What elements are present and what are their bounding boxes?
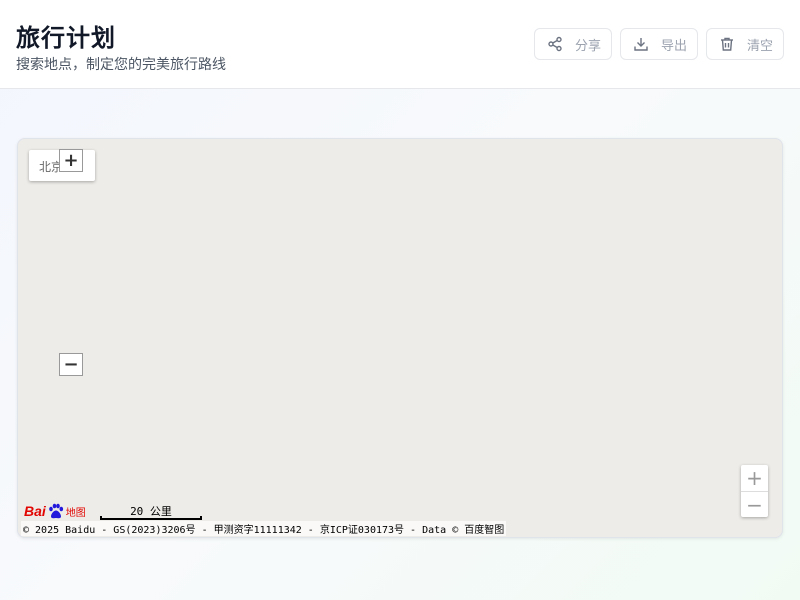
export-button[interactable]: 导出 (620, 28, 698, 60)
share-icon (548, 36, 562, 52)
zoom-control: + − (741, 465, 768, 517)
share-button[interactable]: 分享 (534, 28, 612, 60)
baidu-logo[interactable]: Bai 地图 (24, 501, 86, 519)
logo-text: Bai (24, 503, 46, 519)
page-subtitle: 搜索地点，制定您的完美旅行路线 (16, 57, 226, 73)
export-button-label: 导出 (661, 38, 688, 54)
paw-icon (48, 503, 63, 519)
download-icon (634, 38, 648, 51)
logo-map-text: 地图 (65, 508, 86, 519)
map-copyright: © 2025 Baidu - GS(2023)3206号 - 甲测资字11111… (21, 521, 507, 536)
zoom-in-button[interactable]: + (741, 465, 768, 491)
zoom-in-button-small[interactable]: + (59, 149, 83, 172)
clear-button[interactable]: 清空 (706, 28, 784, 60)
trash-icon (721, 37, 733, 51)
clear-button-label: 清空 (747, 38, 774, 54)
zoom-out-button-small[interactable]: − (59, 353, 83, 376)
scale-bar (100, 516, 202, 520)
page-title: 旅行计划 (16, 24, 116, 52)
map-scale: 20 公里 (100, 503, 202, 521)
zoom-out-button[interactable]: − (741, 491, 768, 517)
header: 旅行计划 搜索地点，制定您的完美旅行路线 分享 导出 清空 (0, 0, 800, 89)
map-canvas[interactable]: 北京 + − + − Bai 地图 20 公里 © 2025 Baidu - G… (17, 138, 783, 538)
share-button-label: 分享 (575, 38, 602, 54)
